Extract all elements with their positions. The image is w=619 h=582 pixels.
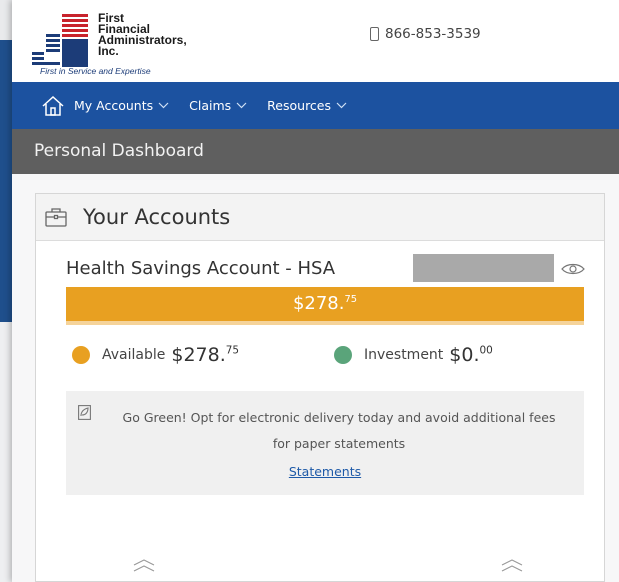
account-name[interactable]: Health Savings Account - HSA <box>66 258 335 279</box>
card-header: Your Accounts <box>36 194 604 241</box>
investment-balance: Investment $0.00 <box>334 344 493 366</box>
investment-amount: $0.00 <box>449 344 493 366</box>
main-nav: My Accounts Claims Resources <box>12 82 619 129</box>
nav-item-label: Claims <box>189 98 232 113</box>
logo-mark-icon <box>32 14 88 67</box>
balance-amount: $278. <box>292 293 345 314</box>
nav-item-claims[interactable]: Claims <box>189 98 247 113</box>
leaf-icon <box>78 405 91 420</box>
go-green-text: Go Green! Opt for electronic delivery to… <box>104 405 574 457</box>
balance-bar: $278.75 <box>66 287 584 325</box>
available-balance: Available $278.75 <box>72 344 239 366</box>
page-title: Personal Dashboard <box>12 129 619 174</box>
go-green-line2: for paper statements <box>272 436 406 451</box>
investment-dot <box>334 346 352 364</box>
header: First Financial Administrators, Inc. Fir… <box>12 0 619 82</box>
phone-icon <box>370 27 379 41</box>
home-icon[interactable] <box>40 94 66 118</box>
investment-main: $0. <box>449 344 480 366</box>
accounts-card: Your Accounts Health Savings Account - H… <box>35 193 605 582</box>
briefcase-icon <box>45 208 67 227</box>
company-logo[interactable]: First Financial Administrators, Inc. Fir… <box>20 6 190 78</box>
investment-cents: 00 <box>479 344 493 357</box>
available-amount: $278.75 <box>171 344 239 366</box>
investment-label: Investment <box>364 347 444 363</box>
chevron-up-icon[interactable] <box>501 559 523 572</box>
available-label: Available <box>102 347 166 363</box>
eye-icon[interactable] <box>561 263 585 275</box>
chevron-up-icon[interactable] <box>133 559 155 572</box>
nav-item-my-accounts[interactable]: My Accounts <box>74 98 169 113</box>
logo-tagline: First in Service and Expertise <box>40 66 151 76</box>
phone-number: 866-853-3539 <box>385 26 481 42</box>
logo-wordmark: First Financial Administrators, Inc. <box>98 12 187 58</box>
logo-line: Inc. <box>98 44 119 58</box>
go-green-notice: Go Green! Opt for electronic delivery to… <box>66 391 584 495</box>
support-phone[interactable]: 866-853-3539 <box>370 26 481 42</box>
available-cents: 75 <box>225 344 240 357</box>
chevron-down-icon <box>236 102 247 109</box>
available-dot <box>72 346 90 364</box>
chevron-down-icon <box>158 102 169 109</box>
balance-cents: 75 <box>344 294 358 305</box>
nav-item-label: My Accounts <box>74 98 154 113</box>
nav-item-label: Resources <box>267 98 332 113</box>
nav-item-resources[interactable]: Resources <box>267 98 347 113</box>
masked-account-number <box>413 254 554 282</box>
available-main: $278. <box>171 344 226 366</box>
app-window: First Financial Administrators, Inc. Fir… <box>12 0 619 582</box>
go-green-line1: Go Green! Opt for electronic delivery to… <box>122 410 556 425</box>
statements-link[interactable]: Statements <box>66 464 584 479</box>
chevron-down-icon <box>336 102 347 109</box>
card-title: Your Accounts <box>83 205 231 229</box>
